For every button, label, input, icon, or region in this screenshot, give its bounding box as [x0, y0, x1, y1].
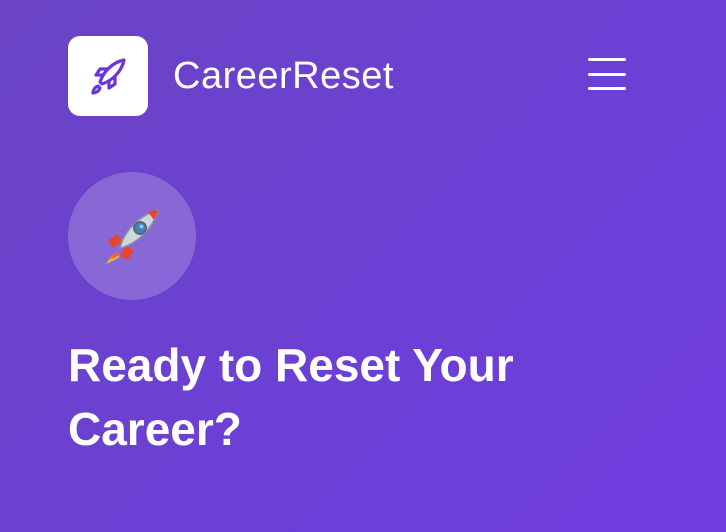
menu-bar-middle	[588, 72, 626, 76]
hamburger-menu-icon[interactable]	[588, 58, 626, 90]
brand-name[interactable]: CareerReset	[173, 55, 394, 98]
menu-bar-bottom	[588, 87, 626, 90]
rocket-outline-icon	[91, 58, 126, 95]
hero-icon-circle	[68, 172, 196, 300]
hero-headline: Ready to Reset Your Career?	[68, 339, 514, 455]
rocket-emoji-icon	[106, 208, 160, 264]
site-header: CareerReset	[68, 36, 658, 116]
brand-logo[interactable]	[68, 36, 148, 116]
menu-bar-top	[588, 58, 626, 61]
